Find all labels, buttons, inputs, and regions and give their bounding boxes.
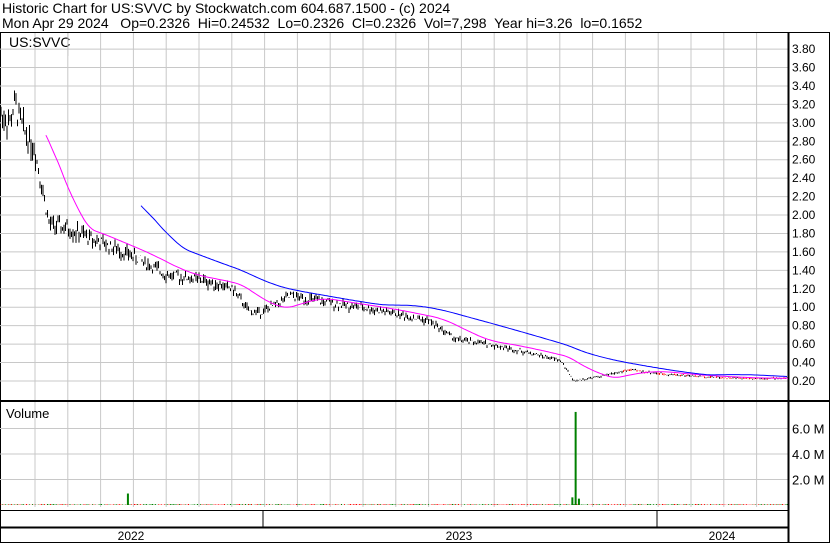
- volume-spike-bar: [574, 411, 577, 505]
- price-tick-label: 0.80: [792, 319, 816, 333]
- year-label: 2023: [446, 529, 473, 543]
- price-tick-label: 2.60: [792, 153, 816, 167]
- price-tick-label: 3.40: [792, 79, 816, 93]
- moving-average-line: [45, 134, 788, 379]
- moving-average-line: [140, 205, 788, 377]
- price-tick-label: 1.60: [792, 245, 816, 259]
- price-tick-label: 0.20: [792, 374, 816, 388]
- price-tick-label: 0.40: [792, 356, 816, 370]
- volume-spike-bar: [571, 497, 574, 505]
- price-tick-label: 1.40: [792, 263, 816, 277]
- price-tick-label: 2.40: [792, 171, 816, 185]
- volume-label: Volume: [6, 406, 49, 421]
- price-tick-label: 3.80: [792, 42, 816, 56]
- volume-tick-label: 2.0 M: [792, 473, 825, 488]
- volume-tick-label: 6.0 M: [792, 422, 825, 437]
- price-tick-label: 3.20: [792, 97, 816, 111]
- price-tick-label: 3.60: [792, 61, 816, 75]
- symbol-label: US:SVVC: [9, 34, 70, 50]
- year-label: 2022: [118, 529, 145, 543]
- volume-spike-bar: [577, 498, 580, 505]
- price-tick-label: 0.60: [792, 337, 816, 351]
- volume-spike-bar: [126, 493, 129, 505]
- volume-tick-label: 4.0 M: [792, 447, 825, 462]
- year-label: 2024: [709, 529, 736, 543]
- price-tick-label: 1.20: [792, 282, 816, 296]
- price-tick-label: 2.20: [792, 190, 816, 204]
- chart-frame: [0, 32, 830, 543]
- chart-window: Historic Chart for US:SVVC by Stockwatch…: [0, 0, 830, 543]
- price-tick-label: 3.00: [792, 116, 816, 130]
- price-tick-label: 2.00: [792, 208, 816, 222]
- price-tick-label: 1.80: [792, 226, 816, 240]
- price-tick-label: 1.00: [792, 300, 816, 314]
- price-tick-label: 2.80: [792, 134, 816, 148]
- price-volume-chart: 0.20 0.40 0.60 0.80 1.00 1.20 1.40 1.60 1.80 2.00…: [0, 32, 830, 543]
